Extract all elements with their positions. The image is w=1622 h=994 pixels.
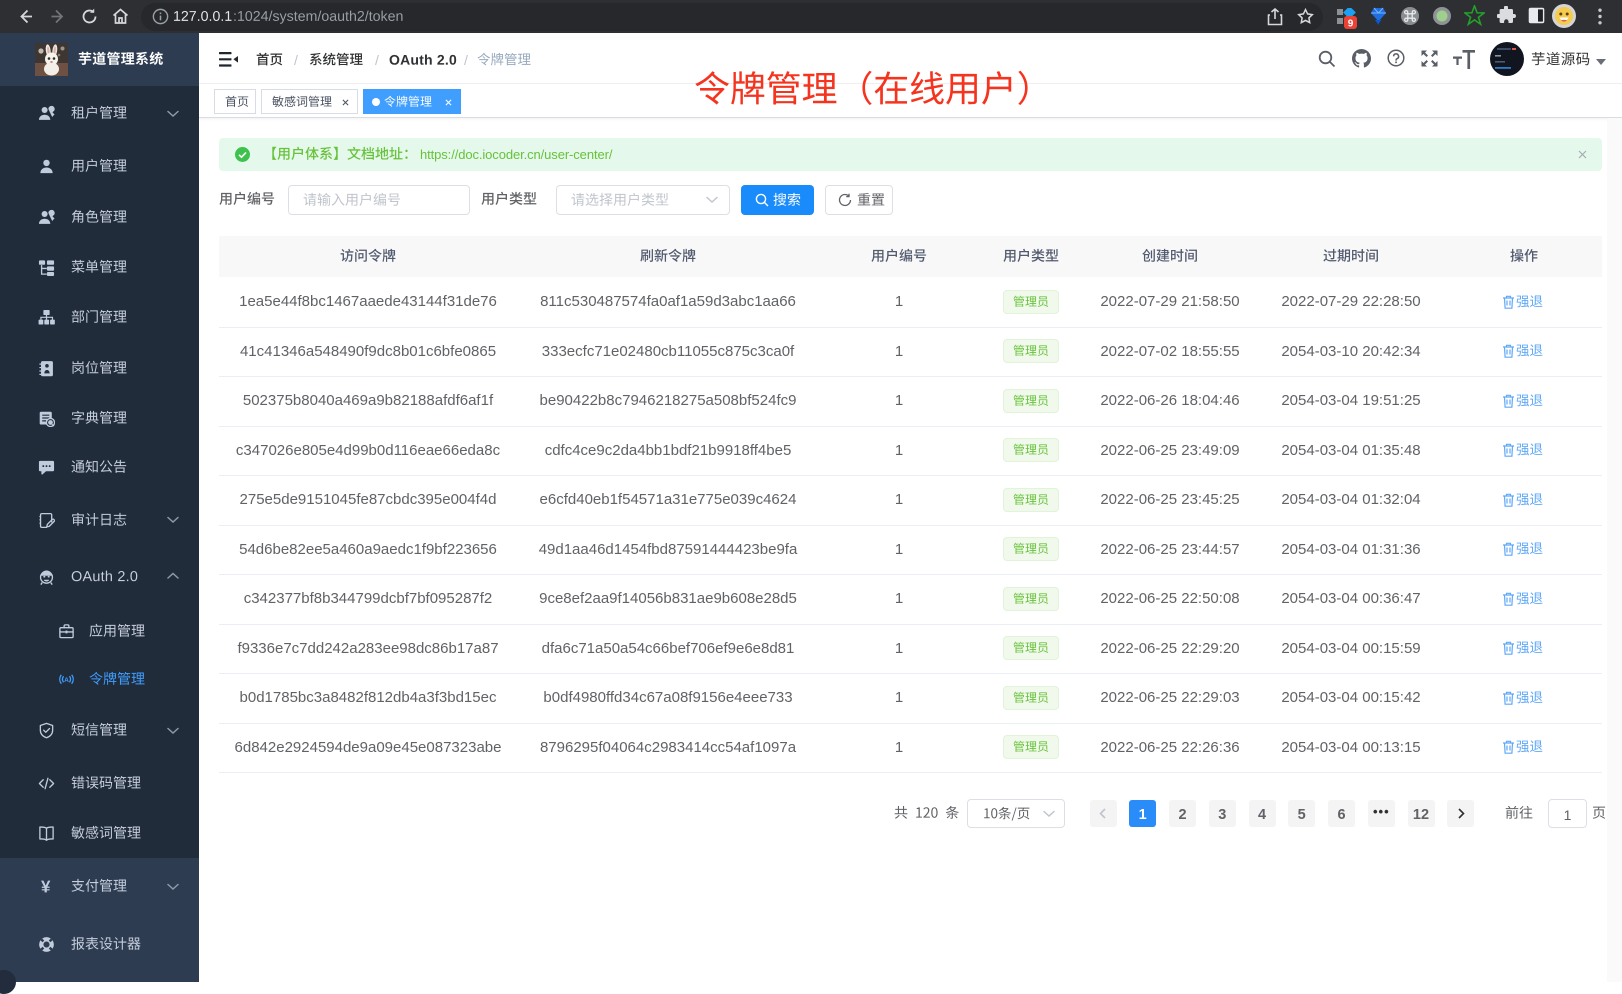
svg-text:9: 9: [1348, 19, 1354, 30]
svg-text:A: A: [64, 677, 69, 684]
